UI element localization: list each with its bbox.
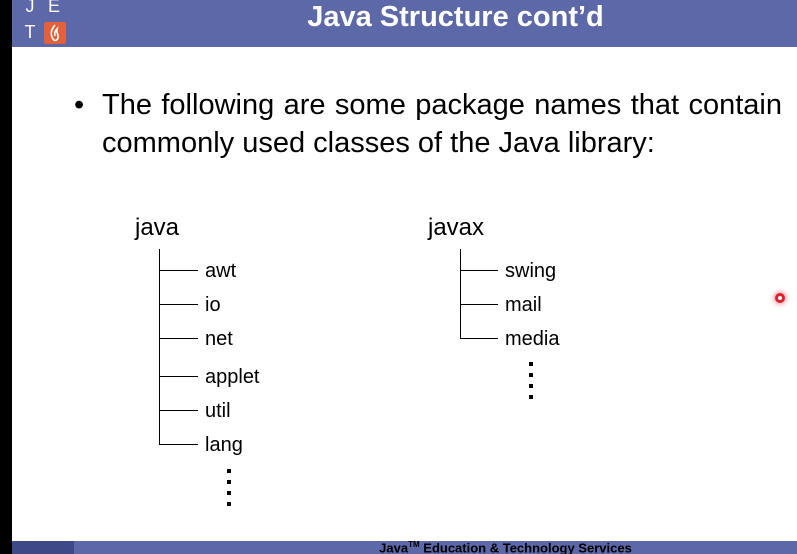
footer-text: JavaTM Education & Technology Services (379, 540, 632, 554)
package-applet: applet (205, 366, 260, 388)
laser-pointer-icon (775, 293, 785, 303)
tree-javax-branch (460, 338, 498, 339)
header-bar: J E T Java Structure cont’d (12, 0, 797, 47)
footer-left-block (12, 541, 74, 554)
package-media: media (505, 328, 560, 350)
tree-javax-branch (460, 270, 498, 271)
bullet-marker: • (74, 89, 85, 121)
tree-root-javax: javax (428, 214, 485, 241)
footer-bar: JavaTM Education & Technology Services (12, 540, 797, 554)
package-util: util (205, 400, 231, 422)
tree-java-branch (159, 338, 198, 339)
tree-javax-trunk (460, 249, 461, 338)
package-lang: lang (205, 434, 243, 456)
tree-java-continuation (227, 469, 231, 513)
package-mail: mail (505, 294, 542, 316)
logo-letter-j: J (25, 0, 35, 16)
tree-javax-branch (460, 304, 498, 305)
tree-java-branch (159, 410, 198, 411)
tree-java-branch (159, 444, 198, 445)
logo-letter-t: T (24, 22, 36, 42)
bullet-text: The following are some package names tha… (102, 89, 782, 159)
package-awt: awt (205, 260, 237, 282)
tree-java-branch (159, 304, 198, 305)
tree-javax-continuation (529, 362, 533, 406)
tree-java-branch (159, 270, 198, 271)
tree-root-java: java (135, 214, 180, 241)
tree-java-trunk (159, 249, 160, 445)
package-io: io (205, 294, 221, 316)
package-swing: swing (505, 260, 557, 282)
logo-letter-e: E (47, 0, 60, 16)
slide-title: Java Structure cont’d (307, 1, 604, 33)
package-net: net (205, 328, 233, 350)
slide: J E T Java Structure cont’d • The follow… (12, 0, 797, 554)
jets-logo: J E T (12, 0, 74, 47)
tree-java-branch (159, 376, 198, 377)
flame-icon (44, 22, 66, 44)
